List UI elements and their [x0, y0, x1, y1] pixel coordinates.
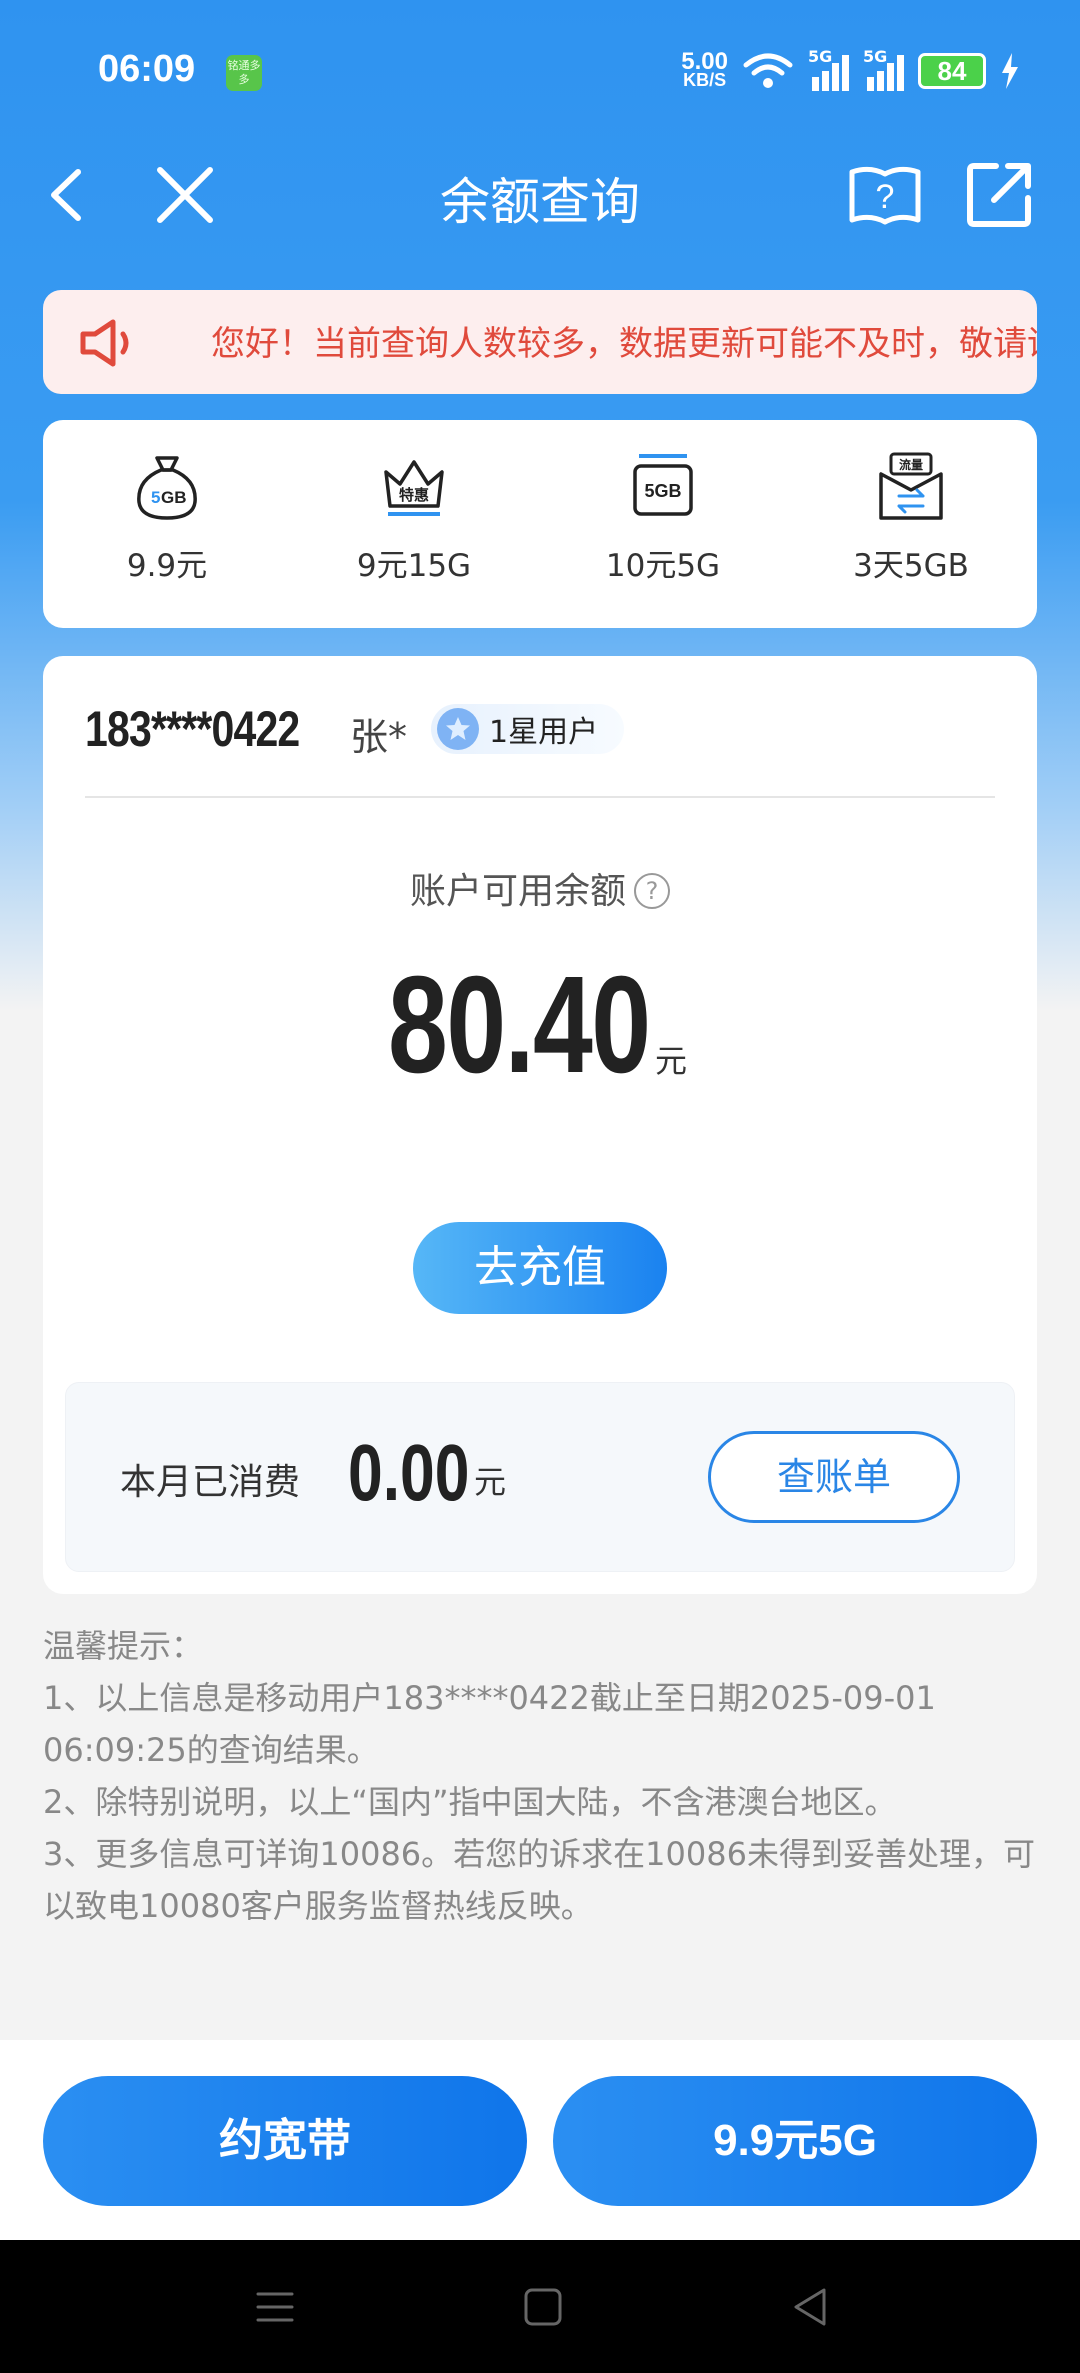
package-label: 10元5G: [605, 548, 721, 584]
data-flow-icon: 流量: [879, 452, 943, 520]
speaker-icon: [80, 319, 129, 367]
system-nav-bar: [0, 2240, 1080, 2373]
status-bar: 06:09 铭通多多 5.00 KB/S 5G 5G 84: [0, 0, 1080, 140]
help-book-icon[interactable]: ?: [846, 158, 924, 234]
svg-text:特惠: 特惠: [399, 486, 429, 504]
user-level-badge: 1星用户: [431, 704, 625, 754]
svg-text:5: 5: [151, 488, 160, 507]
book-broadband-button[interactable]: 约宽带: [43, 2076, 527, 2206]
phone-number: 183****0422: [85, 701, 300, 757]
5gb-card-icon: 5GB: [633, 454, 693, 516]
svg-text:5GB: 5GB: [644, 481, 681, 501]
help-circle-icon[interactable]: ?: [634, 873, 670, 909]
home-icon[interactable]: [520, 2284, 566, 2330]
tips-line: 3、更多信息可详询10086。若您的诉求在10086未得到妥善处理，可以致电10…: [43, 1835, 1035, 1925]
account-card: 183****0422 张* 1星用户 账户可用余额? 80.40 元 去充值 …: [43, 656, 1037, 1594]
status-indicators: 5.00 KB/S 5G 5G 84: [681, 47, 1020, 94]
title-bar: 余额查询 ?: [0, 140, 1080, 250]
tips-line: 2、除特别说明，以上“国内”指中国大陆，不含港澳台地区。: [43, 1783, 897, 1821]
tips-title: 温馨提示：: [43, 1627, 204, 1665]
signal-icon: 5G: [863, 47, 904, 91]
monthly-spend-value: 0.00: [348, 1428, 470, 1517]
promo-5g-button[interactable]: 9.9元5G: [553, 2076, 1037, 2206]
package-item[interactable]: 5GB 10元5G: [563, 450, 763, 585]
notification-app-icon: 铭通多多: [226, 55, 262, 91]
share-icon[interactable]: [964, 158, 1036, 230]
user-level-text: 1星用户: [489, 715, 599, 750]
user-name: 张*: [350, 715, 408, 759]
menu-icon[interactable]: [252, 2284, 298, 2330]
special-offer-crown-icon: 特惠: [384, 460, 444, 516]
monthly-spend-panel: 本月已消费 0.00 元 查账单: [65, 1382, 1015, 1572]
wifi-icon: [743, 53, 793, 88]
bottom-action-bar: 约宽带 9.9元5G: [0, 2040, 1080, 2240]
recharge-button[interactable]: 去充值: [413, 1222, 667, 1314]
view-bill-button[interactable]: 查账单: [708, 1431, 960, 1523]
package-label: 9.9元: [126, 548, 208, 584]
monthly-spend-unit: 元: [474, 1463, 507, 1501]
package-label: 3天5GB: [853, 548, 969, 584]
signal-icon: 5G: [808, 47, 849, 91]
svg-text:流量: 流量: [899, 457, 923, 472]
package-item[interactable]: 流量 3天5GB: [811, 450, 1011, 585]
package-shortcuts: 5 GB 9.9元 特惠 9元15G 5GB 10元5G 流量 3天5GB: [43, 420, 1037, 628]
package-label: 9元15G: [356, 548, 472, 584]
star-icon: [437, 708, 479, 750]
status-time: 06:09: [98, 48, 196, 90]
notice-banner: 您好！当前查询人数较多，数据更新可能不及时，敬请谅解: [43, 290, 1037, 394]
charging-icon: [1002, 53, 1018, 89]
battery-indicator: 84: [918, 53, 986, 89]
network-speed: 5.00 KB/S: [681, 48, 728, 90]
divider: [85, 796, 995, 798]
balance-value: 80.40: [388, 948, 651, 1102]
tips-line: 1、以上信息是移动用户183****0422截止至日期2025-09-01 06…: [43, 1679, 936, 1769]
package-item[interactable]: 5 GB 9.9元: [67, 450, 267, 585]
svg-text:?: ?: [876, 178, 895, 216]
back-triangle-icon[interactable]: [788, 2284, 834, 2330]
balance-label: 账户可用余额?: [43, 862, 1037, 914]
5gb-bag-icon: 5 GB: [137, 456, 197, 520]
svg-text:GB: GB: [161, 488, 187, 507]
tips-section: 温馨提示： 1、以上信息是移动用户183****0422截止至日期2025-09…: [43, 1620, 1043, 1932]
package-item[interactable]: 特惠 9元15G: [314, 450, 514, 585]
monthly-spend-label: 本月已消费: [120, 1462, 301, 1503]
notice-text: 您好！当前查询人数较多，数据更新可能不及时，敬请谅解: [211, 324, 1037, 364]
balance-unit: 元: [655, 1042, 688, 1080]
